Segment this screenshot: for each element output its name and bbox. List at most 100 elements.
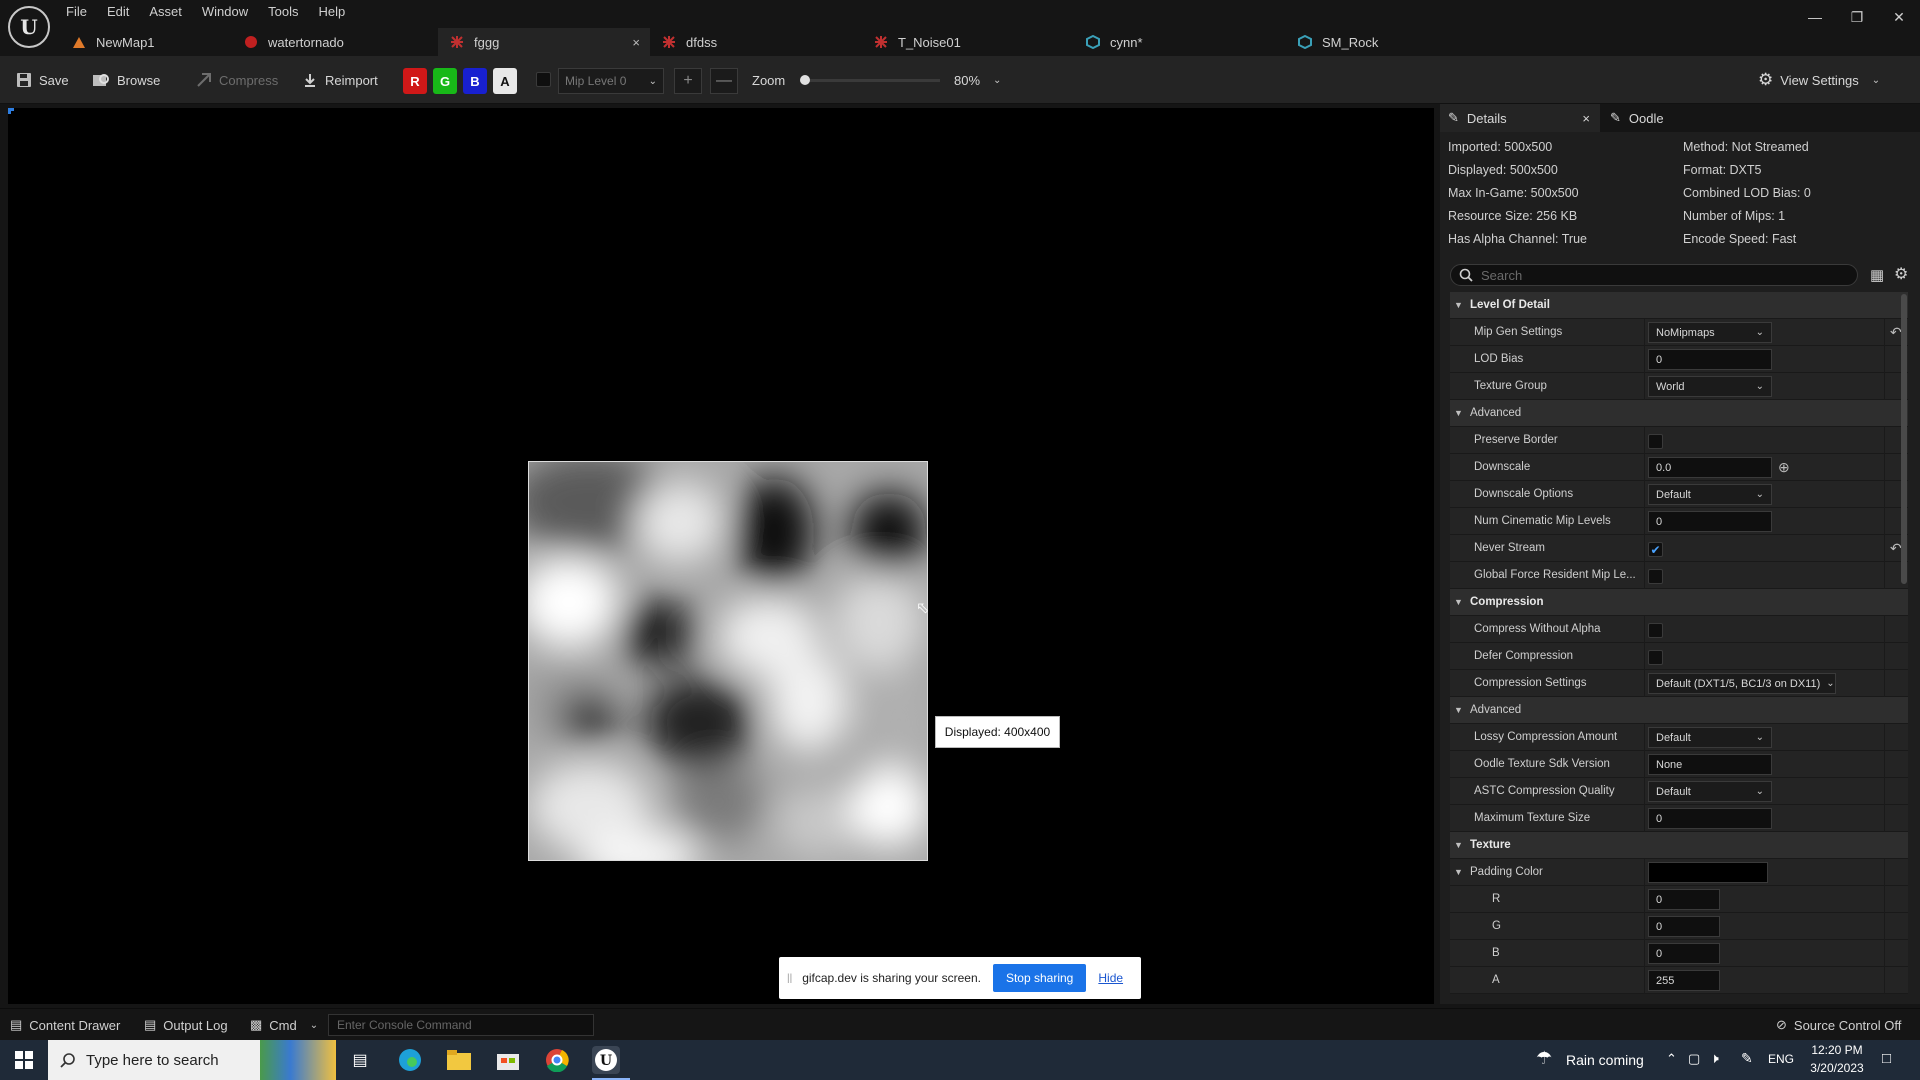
column-divider[interactable] xyxy=(1644,373,1645,400)
column-divider[interactable] xyxy=(1644,616,1645,643)
color-swatch[interactable] xyxy=(1648,862,1768,883)
column-divider[interactable] xyxy=(1644,643,1645,670)
clock-date[interactable]: 3/20/2023 xyxy=(1808,1061,1866,1075)
property-checkbox[interactable] xyxy=(1648,623,1663,638)
menu-window[interactable]: Window xyxy=(192,3,258,21)
texture-viewport[interactable]: ⬁ Displayed: 400x400 xyxy=(8,108,1434,1004)
add-icon[interactable]: ⊕ xyxy=(1778,454,1790,481)
unreal-logo-icon[interactable]: U xyxy=(8,6,50,48)
property-dropdown[interactable]: NoMipmaps ⌄ xyxy=(1648,322,1772,343)
property-dropdown[interactable]: Default ⌄ xyxy=(1648,781,1772,802)
reset-to-default-icon[interactable]: ↶ xyxy=(1890,535,1902,562)
tab-dfdss[interactable]: dfdss xyxy=(650,28,862,56)
tab-sm-rock[interactable]: SM_Rock xyxy=(1286,28,1486,56)
menu-asset[interactable]: Asset xyxy=(139,3,192,21)
task-view-icon[interactable]: ▤ xyxy=(346,1046,374,1074)
tab-details[interactable]: ✎ Details × xyxy=(1440,104,1600,132)
property-dropdown[interactable]: World ⌄ xyxy=(1648,376,1772,397)
column-divider[interactable] xyxy=(1644,454,1645,481)
restore-icon[interactable]: ❐ xyxy=(1836,0,1878,34)
blue-channel-toggle[interactable]: B xyxy=(463,68,487,94)
property-checkbox[interactable] xyxy=(1648,434,1663,449)
cmd-dropdown[interactable]: ▩ Cmd ⌄ xyxy=(250,1009,318,1041)
network-icon[interactable]: ▢ xyxy=(1688,1051,1700,1067)
zoom-slider-handle[interactable] xyxy=(800,75,810,85)
close-window-icon[interactable]: ✕ xyxy=(1878,0,1920,34)
chrome-icon[interactable] xyxy=(543,1046,571,1074)
property-checkbox[interactable] xyxy=(1648,650,1663,665)
property-input[interactable]: 0 xyxy=(1648,808,1772,829)
compress-button[interactable]: Compress xyxy=(196,68,278,92)
volume-muted-icon[interactable]: 🕨 xyxy=(1710,1050,1719,1067)
column-divider[interactable] xyxy=(1644,535,1645,562)
column-divider[interactable] xyxy=(1644,940,1645,967)
column-divider[interactable] xyxy=(1644,886,1645,913)
column-divider[interactable] xyxy=(1644,724,1645,751)
view-settings-button[interactable]: ⚙ View Settings ⌄ xyxy=(1758,68,1880,92)
zoom-slider-track[interactable] xyxy=(800,79,940,82)
menu-tools[interactable]: Tools xyxy=(258,3,308,21)
clock-time[interactable]: 12:20 PM xyxy=(1808,1043,1866,1057)
column-divider[interactable] xyxy=(1644,751,1645,778)
details-search-input[interactable]: Search xyxy=(1450,264,1858,286)
column-divider[interactable] xyxy=(1644,319,1645,346)
color-channel-input[interactable]: 255 xyxy=(1648,970,1720,991)
tab-t-noise01[interactable]: T_Noise01 xyxy=(862,28,1074,56)
column-divider[interactable] xyxy=(1644,778,1645,805)
content-drawer-button[interactable]: ▤ Content Drawer xyxy=(10,1009,120,1041)
unreal-engine-taskbar-icon[interactable]: U xyxy=(592,1046,620,1074)
browse-button[interactable]: Browse xyxy=(92,68,160,92)
property-checkbox[interactable]: ✔ xyxy=(1648,542,1663,557)
red-channel-toggle[interactable]: R xyxy=(403,68,427,94)
property-input[interactable]: 0 xyxy=(1648,349,1772,370)
language-indicator[interactable]: ENG xyxy=(1768,1052,1794,1066)
store-icon[interactable] xyxy=(494,1046,522,1074)
table-view-icon[interactable]: ▦ xyxy=(1870,266,1884,284)
color-channel-input[interactable]: 0 xyxy=(1648,889,1720,910)
color-channel-input[interactable]: 0 xyxy=(1648,943,1720,964)
expand-arrow-icon[interactable]: ▼ xyxy=(1454,832,1463,859)
tab-newmap1[interactable]: NewMap1 xyxy=(60,28,232,56)
column-divider[interactable] xyxy=(1644,562,1645,589)
expand-arrow-icon[interactable]: ▼ xyxy=(1454,697,1463,724)
green-channel-toggle[interactable]: G xyxy=(433,68,457,94)
menu-help[interactable]: Help xyxy=(308,3,355,21)
close-icon[interactable]: × xyxy=(1582,111,1590,126)
tab-watertornado[interactable]: watertornado xyxy=(232,28,438,56)
column-divider[interactable] xyxy=(1644,805,1645,832)
column-divider[interactable] xyxy=(1644,967,1645,994)
output-log-button[interactable]: ▤ Output Log xyxy=(144,1009,228,1041)
details-scrollbar[interactable] xyxy=(1901,294,1907,584)
notifications-icon[interactable]: □ xyxy=(1882,1050,1891,1067)
weather-rain-icon[interactable]: ☂ xyxy=(1536,1048,1552,1069)
expand-arrow-icon[interactable]: ▼ xyxy=(1454,589,1463,616)
property-dropdown[interactable]: Default ⌄ xyxy=(1648,484,1772,505)
alpha-channel-toggle[interactable]: A xyxy=(493,68,517,94)
stop-sharing-button[interactable]: Stop sharing xyxy=(992,964,1087,992)
file-explorer-icon[interactable] xyxy=(445,1046,473,1074)
mip-level-checkbox[interactable] xyxy=(536,72,551,87)
column-divider[interactable] xyxy=(1644,670,1645,697)
windows-start-icon[interactable] xyxy=(10,1046,38,1074)
gear-icon[interactable]: ⚙ xyxy=(1894,264,1908,284)
expand-arrow-icon[interactable]: ▼ xyxy=(1454,859,1463,886)
property-checkbox[interactable] xyxy=(1648,569,1663,584)
property-input[interactable]: 0.0 xyxy=(1648,457,1772,478)
expand-arrow-icon[interactable]: ▼ xyxy=(1454,400,1463,427)
tab-fggg[interactable]: fggg × xyxy=(438,28,650,56)
tray-overflow-icon[interactable]: ⌃ xyxy=(1666,1051,1677,1067)
tab-oodle[interactable]: ✎ Oodle xyxy=(1602,104,1702,132)
drag-handle-icon[interactable]: || xyxy=(787,973,792,984)
property-dropdown[interactable]: Default (DXT1/5, BC1/3 on DX11) ⌄ xyxy=(1648,673,1836,694)
menu-file[interactable]: File xyxy=(66,3,97,21)
menu-edit[interactable]: Edit xyxy=(97,3,139,21)
column-divider[interactable] xyxy=(1644,481,1645,508)
column-divider[interactable] xyxy=(1644,508,1645,535)
mip-decrease-button[interactable]: — xyxy=(710,68,738,94)
reset-to-default-icon[interactable]: ↶ xyxy=(1890,319,1902,346)
property-dropdown[interactable]: Default ⌄ xyxy=(1648,727,1772,748)
column-divider[interactable] xyxy=(1644,346,1645,373)
tab-cynn[interactable]: cynn* xyxy=(1074,28,1286,56)
color-channel-input[interactable]: 0 xyxy=(1648,916,1720,937)
expand-arrow-icon[interactable]: ▼ xyxy=(1454,292,1463,319)
